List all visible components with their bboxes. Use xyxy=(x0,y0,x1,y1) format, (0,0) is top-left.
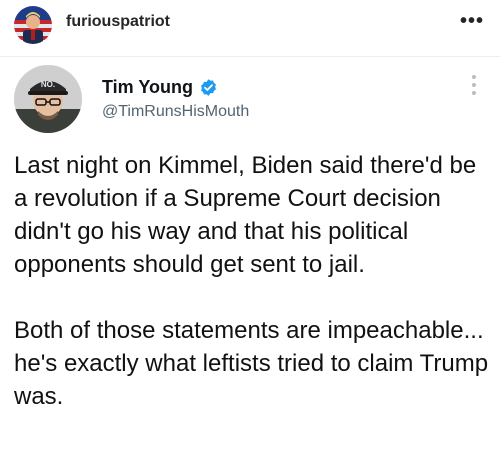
tweet-card: NO. Tim Young @TimRunsHisMouth Last nigh… xyxy=(0,56,500,473)
more-horizontal-icon[interactable]: ••• xyxy=(460,10,484,33)
verified-badge-icon xyxy=(201,79,216,96)
tweet-paragraph: Last night on Kimmel, Biden said there'd… xyxy=(14,152,477,278)
more-vertical-icon[interactable] xyxy=(472,75,478,99)
tweet-author-name[interactable]: Tim Young xyxy=(102,77,193,98)
post-header: furiouspatriot ••• xyxy=(0,0,500,48)
tweet-author-handle[interactable]: @TimRunsHisMouth xyxy=(102,103,249,121)
poster-avatar-image xyxy=(14,6,52,44)
tweet-paragraph: Both of those statements are impeachable… xyxy=(14,317,489,410)
tweet-author-avatar-image: NO. xyxy=(14,65,82,133)
tweet-text: Last night on Kimmel, Biden said there'd… xyxy=(14,149,490,413)
poster-username[interactable]: furiouspatriot xyxy=(66,13,170,31)
avatar-cap-text: NO. xyxy=(41,80,55,89)
tweet-author-row: Tim Young xyxy=(102,77,218,98)
tweet-author-avatar[interactable]: NO. xyxy=(14,65,82,133)
poster-avatar[interactable] xyxy=(14,6,52,44)
